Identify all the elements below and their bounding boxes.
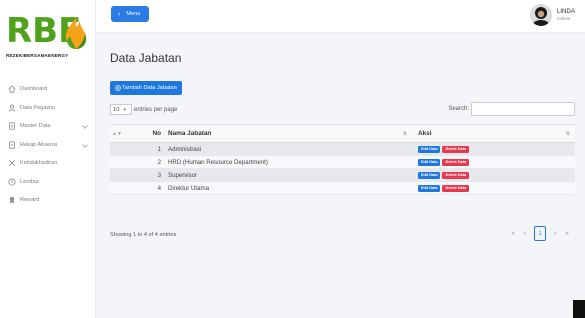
row-number: 4: [157, 184, 161, 192]
flame-icon: [65, 17, 87, 49]
table-row: 2 HRD (Human Resource Department) Edit D…: [110, 156, 575, 169]
delete-button[interactable]: Delete Data: [442, 158, 470, 166]
row-actions: Edit Data Delete Data: [412, 158, 575, 166]
sidebar: RBE REZEKIBERSAMAENERGY Dashboard Data P…: [0, 0, 96, 318]
pager-first-button[interactable]: «: [507, 227, 519, 241]
chevron-down-icon: ▾: [123, 106, 126, 113]
user-menu[interactable]: LINDA Admin: [529, 4, 575, 26]
search-input[interactable]: [471, 102, 575, 116]
user-role: Admin: [556, 16, 571, 22]
user-icon: [7, 103, 16, 112]
sidebar-item-rekap-absensi[interactable]: Rekap Absensi: [0, 136, 96, 155]
sidebar-item-label: Data Pegawai: [20, 104, 55, 111]
column-header-aksi[interactable]: Aksi ⇅: [412, 130, 575, 137]
document-icon: [7, 140, 16, 149]
sidebar-item-label: Ketidakhadiran: [20, 160, 58, 167]
clock-icon: [7, 177, 16, 186]
pagination: « ‹ 1 › »: [507, 226, 573, 241]
row-actions: Edit Data Delete Data: [412, 145, 575, 153]
sidebar-item-label: Master Data: [20, 123, 51, 130]
jabatan-table: ▲▼ No Nama Jabatan ⇅ Aksi ⇅ 1 Administra…: [110, 124, 575, 195]
sidebar-nav: Dashboard Data Pegawai Master Data Rekap…: [0, 80, 96, 210]
top-header: ‹ Menu LINDA Admin: [96, 0, 585, 33]
entries-length-control: 10 ▾ entries per page: [110, 104, 177, 115]
entries-label: entries per page: [134, 106, 178, 113]
chevron-down-icon: [82, 141, 88, 148]
column-header-label: Nama Jabatan: [168, 130, 212, 137]
edit-button[interactable]: Edit Data: [418, 158, 441, 166]
add-button-label: Tambah Data Jabatan: [122, 85, 177, 91]
sidebar-item-reward[interactable]: Reward: [0, 191, 96, 210]
row-actions: Edit Data Delete Data: [412, 171, 575, 179]
delete-button[interactable]: Delete Data: [442, 145, 470, 153]
add-jabatan-button[interactable]: Tambah Data Jabatan: [110, 81, 182, 95]
table-row: 4 Direktur Utama Edit Data Delete Data: [110, 182, 575, 195]
delete-button[interactable]: Delete Data: [442, 171, 470, 179]
x-person-icon: [7, 159, 16, 168]
sidebar-item-data-pegawai[interactable]: Data Pegawai: [0, 99, 96, 118]
user-name: LINDA: [556, 7, 575, 15]
pager-last-button[interactable]: »: [561, 227, 573, 241]
edit-button[interactable]: Edit Data: [418, 184, 441, 192]
sort-icon: ⇅: [402, 130, 407, 137]
entries-per-page-select[interactable]: 10 ▾: [110, 104, 132, 115]
home-icon: [7, 85, 16, 94]
row-number: 3: [157, 171, 161, 179]
row-name: HRD (Human Resource Department): [168, 158, 268, 166]
row-name: Administrasi: [168, 145, 202, 153]
sidebar-item-label: Dashboard: [20, 86, 48, 93]
content-card: Tambah Data Jabatan 10 ▾ entries per pag…: [103, 72, 581, 252]
corner-block: [573, 300, 585, 318]
sidebar-item-lembur[interactable]: Lembur: [0, 173, 96, 192]
chevron-left-icon: ‹: [118, 10, 121, 18]
row-name: Direktur Utama: [168, 184, 209, 192]
chevron-down-icon: [82, 123, 88, 129]
pager-current-page[interactable]: 1: [534, 226, 546, 241]
table-header: ▲▼ No Nama Jabatan ⇅ Aksi ⇅: [110, 125, 575, 143]
award-icon: [7, 196, 16, 205]
document-icon: [7, 122, 16, 131]
logo-tagline: REZEKIBERSAMAENERGY: [6, 53, 69, 58]
table-row: 3 Supervisor Edit Data Delete Data: [110, 169, 575, 182]
edit-button[interactable]: Edit Data: [418, 171, 441, 179]
sidebar-item-label: Rekap Absensi: [20, 141, 58, 148]
column-header-nama-jabatan[interactable]: Nama Jabatan ⇅: [166, 130, 412, 137]
search-label: Search:: [448, 106, 469, 112]
search-control: Search:: [448, 102, 575, 116]
row-number: 2: [157, 158, 161, 166]
table-info: Showing 1 to 4 of 4 entries: [110, 232, 177, 238]
row-number: 1: [157, 145, 161, 153]
pager-next-button[interactable]: ›: [549, 227, 561, 241]
brand-logo[interactable]: RBE REZEKIBERSAMAENERGY: [6, 10, 92, 66]
column-header-no[interactable]: No: [122, 130, 166, 137]
edit-button[interactable]: Edit Data: [418, 145, 441, 153]
sidebar-item-master-data[interactable]: Master Data: [0, 117, 96, 136]
menu-button-label: Menu: [126, 11, 141, 17]
sidebar-item-ketidakhadiran[interactable]: Ketidakhadiran: [0, 154, 96, 173]
sidebar-item-label: Reward: [20, 197, 40, 204]
column-header-label: Aksi: [418, 130, 432, 137]
table-row: 1 Administrasi Edit Data Delete Data: [110, 143, 575, 156]
sidebar-item-label: Lembur: [20, 178, 39, 185]
pager-prev-button[interactable]: ‹: [519, 227, 531, 241]
entries-select-value: 10: [113, 106, 120, 113]
page-title: Data Jabatan: [110, 51, 182, 65]
avatar: [529, 4, 552, 26]
plus-circle-icon: [115, 85, 121, 91]
row-actions: Edit Data Delete Data: [412, 184, 575, 192]
sidebar-item-dashboard[interactable]: Dashboard: [0, 80, 96, 99]
menu-toggle-button[interactable]: ‹ Menu: [111, 6, 149, 22]
row-name: Supervisor: [168, 171, 198, 179]
sort-icon[interactable]: ▲▼: [110, 131, 122, 137]
sort-icon: ⇅: [565, 130, 570, 137]
delete-button[interactable]: Delete Data: [442, 184, 470, 192]
